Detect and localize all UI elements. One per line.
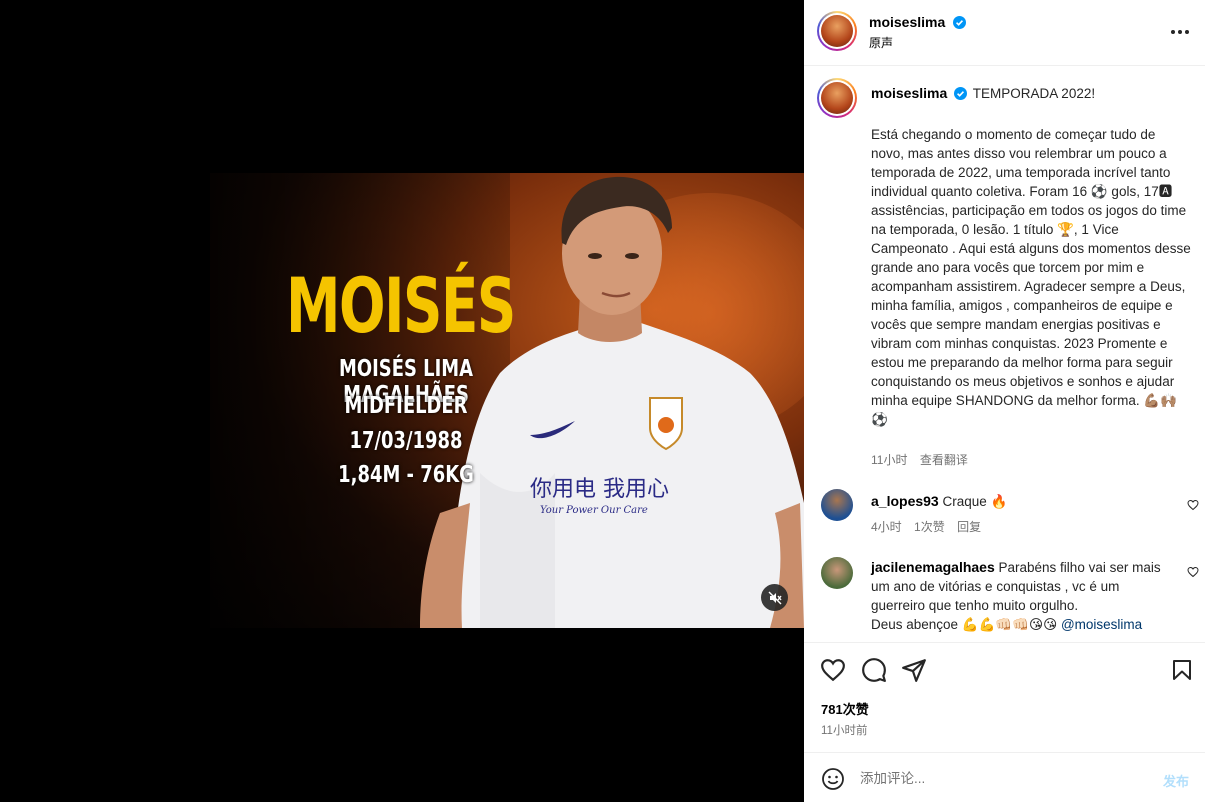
media-panel: 你用电 我用心 Your Power Our Care MOISÉS MOISÉ… (0, 0, 804, 802)
emoji-smiley-icon[interactable] (821, 767, 845, 791)
share-send-icon[interactable] (901, 657, 927, 683)
header-avatar[interactable] (817, 11, 857, 51)
post-actions: 781次赞 11小时前 (804, 642, 1205, 752)
video-title-name: MOISÉS (286, 261, 516, 350)
save-bookmark-icon[interactable] (1170, 657, 1194, 683)
shirt-sponsor-text: 你用电 我用心 (530, 477, 669, 502)
header-username[interactable]: moiseslima (869, 14, 945, 30)
comment-like-heart-icon[interactable] (1187, 499, 1199, 511)
comment-like-heart-icon[interactable] (1187, 566, 1199, 578)
video-position: MIDFIELDER (344, 393, 468, 419)
mute-button[interactable] (761, 584, 788, 611)
volume-muted-icon (768, 591, 782, 604)
comments-section: moiseslima TEMPORADA 2022! Está chegando… (804, 67, 1205, 642)
post-video[interactable]: 你用电 我用心 Your Power Our Care MOISÉS MOISÉ… (210, 173, 804, 628)
avatar-image (821, 15, 853, 47)
see-translation-link[interactable]: 查看翻译 (920, 453, 968, 467)
video-stats: 1,84M - 76KG (338, 462, 474, 488)
like-count[interactable]: 781次赞 (821, 699, 869, 718)
caption-avatar[interactable] (817, 78, 857, 118)
comment-text: Craque 🔥 (942, 494, 1008, 509)
caption-text: Está chegando o momento de começar tudo … (871, 127, 1195, 427)
post-time[interactable]: 11小时前 (821, 722, 867, 738)
shirt-sponsor-sub: Your Power Our Care (540, 505, 648, 516)
comment-bubble-icon[interactable] (861, 657, 887, 683)
caption-title: TEMPORADA 2022! (972, 86, 1096, 101)
caption-time[interactable]: 11小时 (871, 453, 907, 467)
more-options-icon (1171, 30, 1175, 34)
comment-likes[interactable]: 1次赞 (914, 520, 945, 534)
verified-badge-icon (954, 87, 968, 100)
details-panel: moiseslima 原声 moiseslima TEMPORADA 2022! (804, 0, 1205, 802)
like-heart-icon[interactable] (820, 657, 846, 683)
comment-time[interactable]: 4小时 (871, 520, 902, 534)
comment-avatar[interactable] (821, 557, 853, 589)
reply-button[interactable]: 回复 (957, 520, 981, 534)
video-birthdate: 17/03/1988 (349, 428, 463, 454)
comment-mention[interactable]: @moiseslima (1061, 617, 1142, 632)
post-comment-button[interactable]: 发布 (1163, 771, 1189, 790)
comment-username[interactable]: a_lopes93 (871, 493, 939, 509)
verified-badge-icon (952, 16, 966, 29)
header-audio-label[interactable]: 原声 (869, 34, 893, 51)
caption-username[interactable]: moiseslima (871, 85, 947, 101)
more-options-button[interactable] (1166, 22, 1194, 42)
comment-avatar[interactable] (821, 489, 853, 521)
comment-input[interactable] (860, 768, 1140, 788)
comment-username[interactable]: jacilenemagalhaes (871, 559, 995, 575)
add-comment-bar: 发布 (804, 752, 1205, 802)
post-header: moiseslima 原声 (804, 0, 1205, 66)
